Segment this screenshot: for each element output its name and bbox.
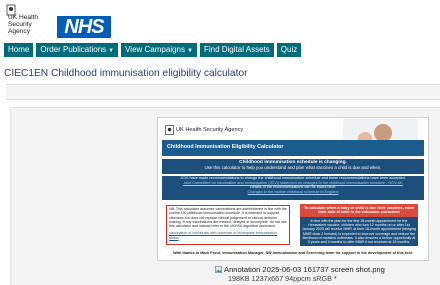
preview-jcvi-heading: JCVI have made recommendations to change… <box>180 176 406 180</box>
nav-quiz[interactable]: Quiz <box>276 43 302 57</box>
page-title: CIEC1EN Childhood immunisation eligibili… <box>4 68 248 79</box>
preview-banner: Childhood Immunisation Eligibility Calcu… <box>162 140 424 156</box>
crest-icon <box>165 125 174 135</box>
preview-jcvi-box: JCVI have made recommendations to change… <box>162 176 424 200</box>
nav-view-campaigns[interactable]: View Campaigns ▼ <box>121 43 197 57</box>
nhs-logo: NHS <box>57 16 111 38</box>
nav-find-digital-assets[interactable]: Find Digital Assets <box>199 43 274 57</box>
preview-jcvi-link[interactable]: Joint Committee on Vaccination and Immun… <box>183 181 403 185</box>
preview-side-body: In line with the plan for the first 18-m… <box>302 218 416 245</box>
preview-side-heading: To calculate when a baby or child is due… <box>300 204 418 217</box>
nav-order-publications[interactable]: Order Publications ▼ <box>36 43 119 57</box>
main-nav: Home Order Publications ▼ View Campaigns ▼… <box>4 43 302 57</box>
caret-down-icon: ▼ <box>108 48 115 54</box>
image-file-icon <box>215 266 222 273</box>
nav-home[interactable]: Home <box>4 43 34 57</box>
ukhsa-logo-text: UK Health Security Agency <box>8 14 39 36</box>
preview-jcvi-link2[interactable]: Changes to the routine childhood schedul… <box>248 190 339 194</box>
ukhsa-logo: UK Health Security Agency <box>6 4 50 42</box>
toolbar-strip <box>6 84 440 100</box>
preview-info-box: Childhood immunisation schedule is chang… <box>162 159 424 174</box>
preview-side-box: To calculate when a baby or child is due… <box>300 204 418 246</box>
preview-banner-title: Childhood Immunisation Eligibility Calcu… <box>167 144 284 150</box>
preview-image[interactable]: UK Health Security Agency Childhood Immu… <box>157 117 429 261</box>
preview-notice-link[interactable]: Vaccination of individuals with uncertai… <box>169 231 287 240</box>
caption-filename: Annotation 2025-06-03 161737 screen shot… <box>224 265 385 274</box>
image-caption[interactable]: Annotation 2025-06-03 161737 screen shot… <box>215 265 385 274</box>
preview-notice-text: NB: This calculator assumes vaccinations… <box>169 207 287 229</box>
preview-thanks: With thanks to Mark Prout, Immunisation … <box>173 251 413 255</box>
caption-meta: 198KB 1237x667 94ppcm sRGB * <box>228 274 337 283</box>
preview-info-body: Use this calculator to help you understa… <box>204 165 382 170</box>
preview-notice-box: NB: This calculator assumes vaccinations… <box>166 205 290 245</box>
preview-agency: UK Health Security Agency <box>176 127 244 133</box>
preview-jcvi-details: Details of the recommendations can be fo… <box>249 185 337 190</box>
caret-down-icon: ▼ <box>187 48 193 54</box>
